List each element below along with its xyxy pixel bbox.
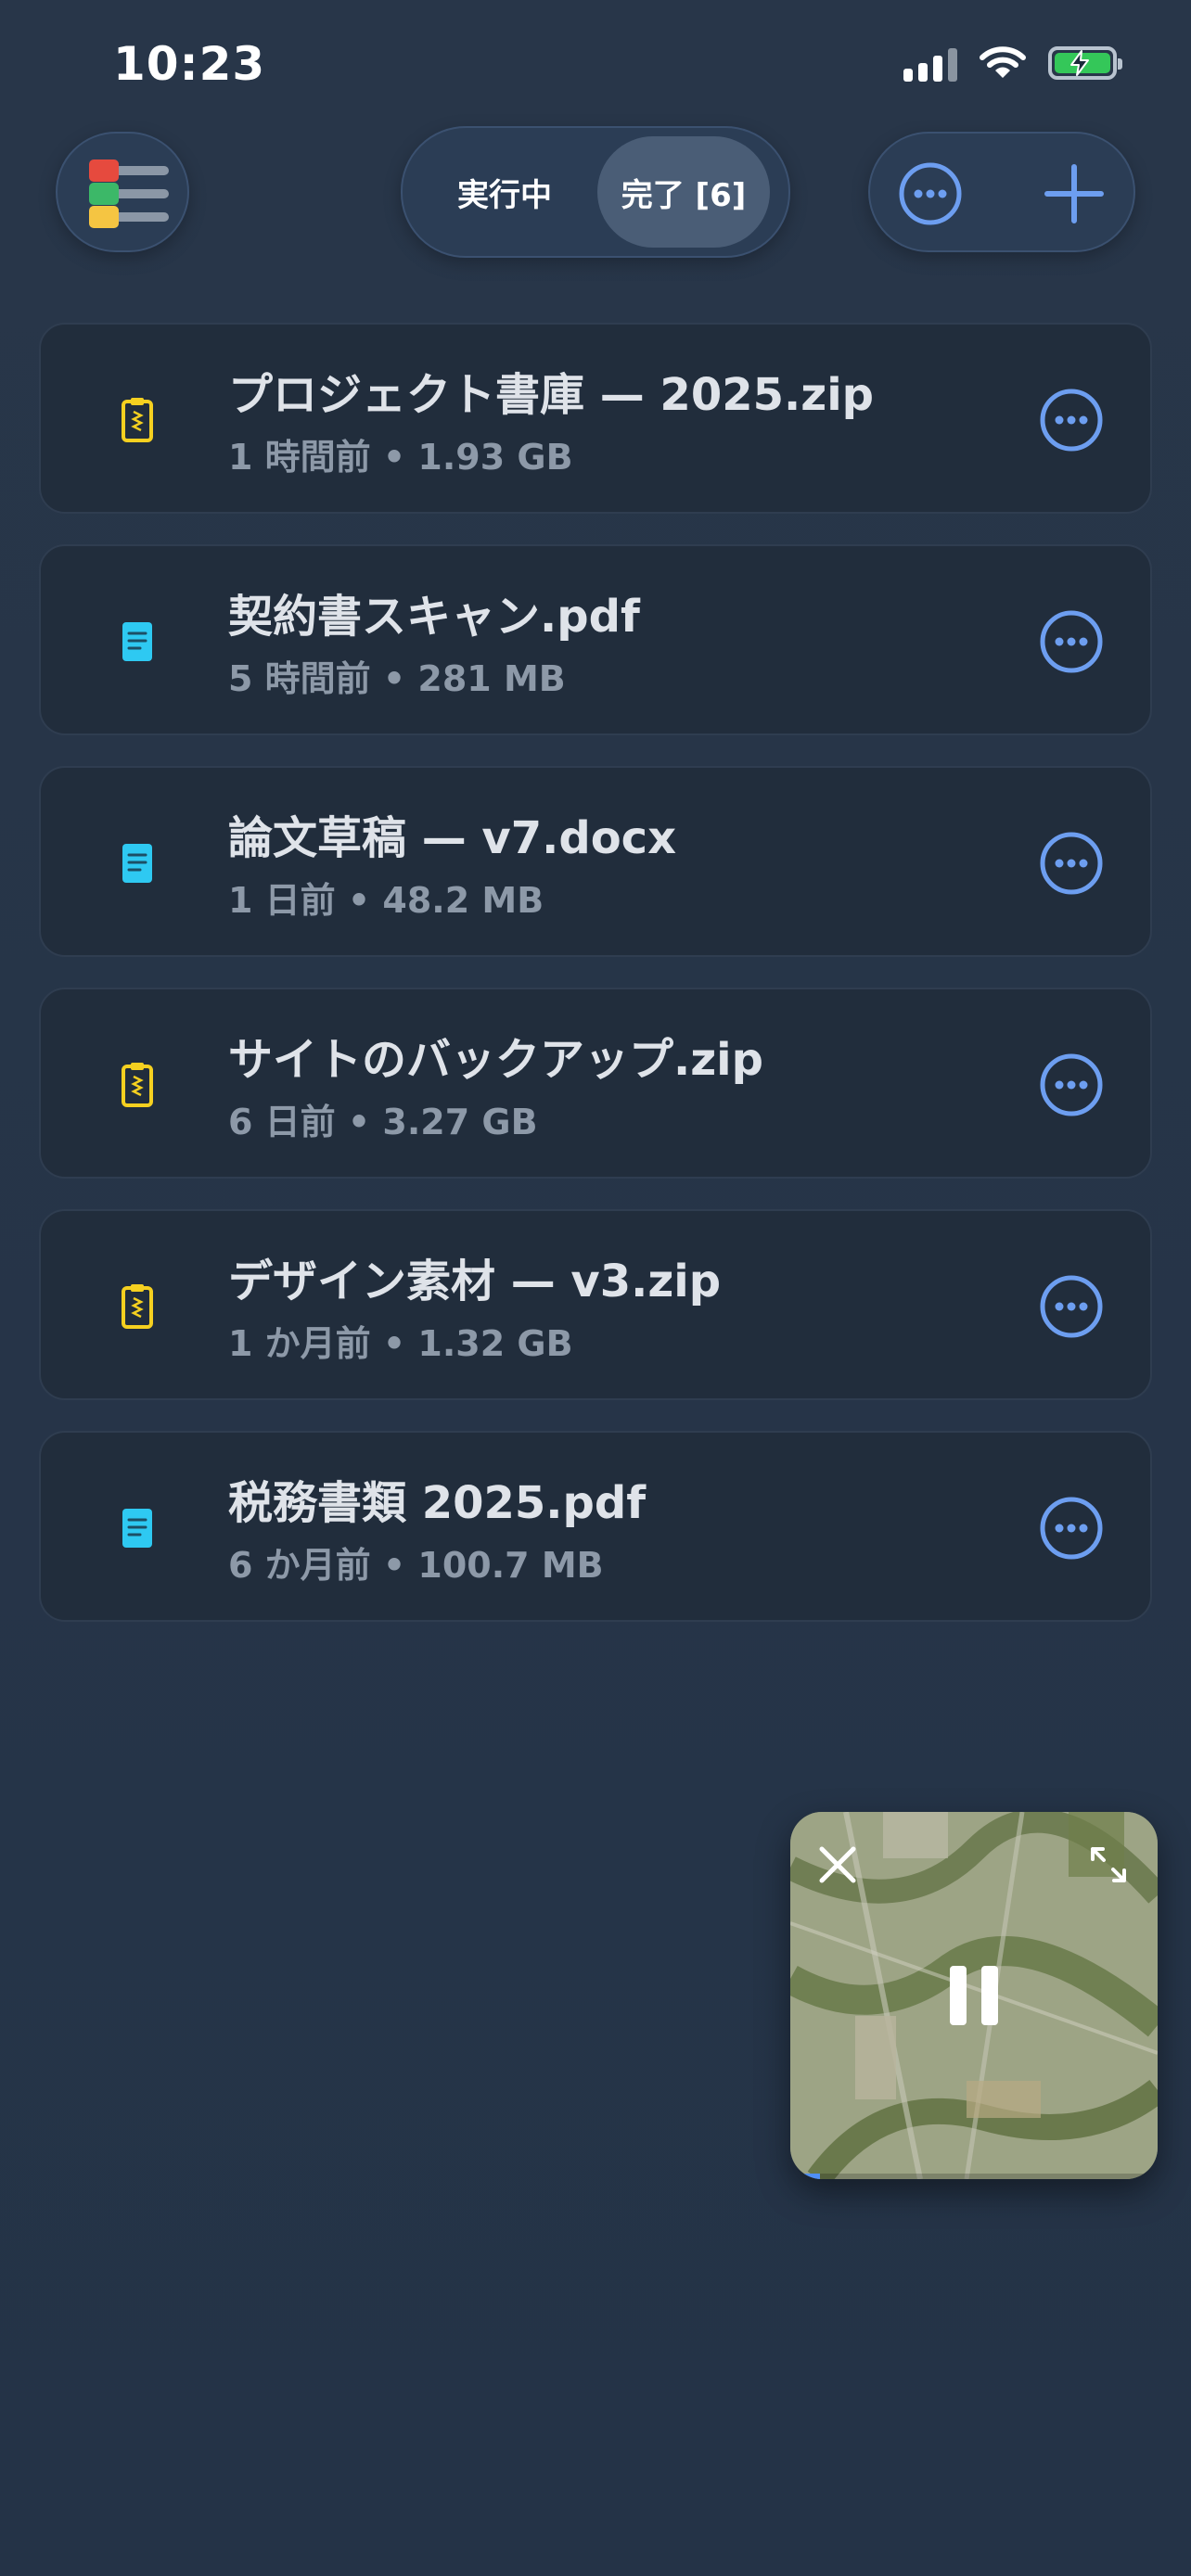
more-circle-icon[interactable] bbox=[1039, 388, 1104, 453]
video-progress-bar[interactable] bbox=[790, 2174, 1158, 2179]
file-name: サイトのバックアップ.zip bbox=[228, 1034, 763, 1086]
file-name: デザイン素材 — v3.zip bbox=[228, 1256, 722, 1307]
video-progress-fill bbox=[790, 2174, 820, 2179]
zip-file-icon bbox=[122, 1284, 153, 1329]
file-meta: 6 か月前 • 100.7 MB bbox=[228, 1545, 604, 1586]
file-meta: 1 か月前 • 1.32 GB bbox=[228, 1323, 573, 1364]
header-actions bbox=[868, 132, 1135, 252]
file-list: プロジェクト書庫 — 2025.zip 1 時間前 • 1.93 GB 契約書ス… bbox=[39, 323, 1152, 1652]
more-circle-icon[interactable] bbox=[1039, 831, 1104, 896]
status-time: 10:23 bbox=[113, 37, 266, 91]
pip-video-player[interactable] bbox=[790, 1812, 1158, 2179]
more-circle-icon[interactable] bbox=[1039, 1496, 1104, 1561]
more-circle-icon[interactable] bbox=[1039, 1052, 1104, 1117]
status-segmented-control: 実行中 完了 [6] bbox=[401, 126, 790, 258]
close-icon[interactable] bbox=[816, 1843, 859, 1886]
menu-button[interactable] bbox=[56, 132, 189, 252]
file-meta: 5 時間前 • 281 MB bbox=[228, 658, 566, 699]
zip-file-icon bbox=[122, 398, 153, 442]
list-item[interactable]: 税務書類 2025.pdf 6 か月前 • 100.7 MB bbox=[39, 1431, 1152, 1622]
signal-icon bbox=[903, 45, 957, 82]
more-circle-icon[interactable] bbox=[1039, 1274, 1104, 1339]
status-icons bbox=[903, 45, 1122, 82]
file-meta: 6 日前 • 3.27 GB bbox=[228, 1102, 538, 1142]
file-meta: 1 日前 • 48.2 MB bbox=[228, 880, 544, 921]
file-name: 論文草稿 — v7.docx bbox=[228, 812, 677, 864]
file-name: 契約書スキャン.pdf bbox=[228, 591, 640, 643]
file-name: プロジェクト書庫 — 2025.zip bbox=[228, 369, 875, 421]
plus-icon[interactable] bbox=[1042, 161, 1107, 226]
document-icon bbox=[122, 1509, 152, 1548]
expand-icon[interactable] bbox=[1087, 1843, 1130, 1886]
list-item[interactable]: デザイン素材 — v3.zip 1 か月前 • 1.32 GB bbox=[39, 1209, 1152, 1400]
more-circle-icon[interactable] bbox=[1039, 609, 1104, 674]
tab-running[interactable]: 実行中 bbox=[412, 136, 597, 248]
list-item[interactable]: プロジェクト書庫 — 2025.zip 1 時間前 • 1.93 GB bbox=[39, 323, 1152, 514]
document-icon bbox=[122, 844, 152, 883]
file-name: 税務書類 2025.pdf bbox=[228, 1477, 647, 1529]
list-item[interactable]: サイトのバックアップ.zip 6 日前 • 3.27 GB bbox=[39, 988, 1152, 1179]
pause-button[interactable] bbox=[950, 1966, 998, 2025]
zip-file-icon bbox=[122, 1063, 153, 1107]
battery-charging-icon bbox=[1048, 46, 1122, 80]
wifi-icon bbox=[980, 46, 1026, 78]
more-circle-icon[interactable] bbox=[898, 161, 963, 226]
tab-completed[interactable]: 完了 [6] bbox=[597, 136, 770, 248]
list-item[interactable]: 契約書スキャン.pdf 5 時間前 • 281 MB bbox=[39, 544, 1152, 735]
list-item[interactable]: 論文草稿 — v7.docx 1 日前 • 48.2 MB bbox=[39, 766, 1152, 957]
document-icon bbox=[122, 622, 152, 661]
file-meta: 1 時間前 • 1.93 GB bbox=[228, 437, 573, 478]
app-screen: 10:23 実行中 完了 [6] プロジェクト書庫 — 2025.zip 1 時… bbox=[0, 0, 1191, 2576]
